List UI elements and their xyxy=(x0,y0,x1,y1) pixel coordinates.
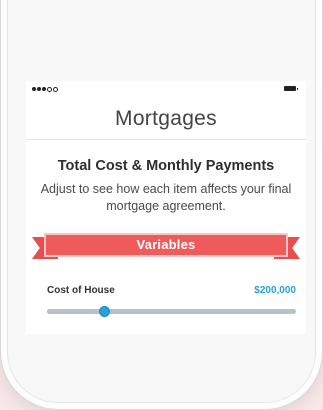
slider-fill xyxy=(47,309,105,314)
section-description: Adjust to see how each item affects your… xyxy=(40,182,292,213)
cost-of-house-value: $200,000 xyxy=(254,285,296,296)
cost-of-house-slider[interactable] xyxy=(47,306,296,318)
navigation-bar: Mortgages xyxy=(26,99,306,140)
section-heading: Total Cost & Monthly Payments xyxy=(57,158,275,174)
ribbon-body: Variables xyxy=(44,233,288,257)
app-screen: Mortgages Total Cost & Monthly Payments … xyxy=(26,81,306,334)
signal-dots-icon xyxy=(32,87,58,92)
variables-banner: Variables xyxy=(32,233,300,259)
slider-thumb[interactable] xyxy=(98,306,110,317)
page-title: Mortgages xyxy=(115,107,217,130)
status-bar xyxy=(26,81,306,99)
ribbon-label: Variables xyxy=(136,237,196,252)
battery-icon xyxy=(284,86,298,91)
cost-of-house-row: Cost of House $200,000 xyxy=(47,285,296,301)
cost-of-house-label: Cost of House xyxy=(47,285,115,296)
